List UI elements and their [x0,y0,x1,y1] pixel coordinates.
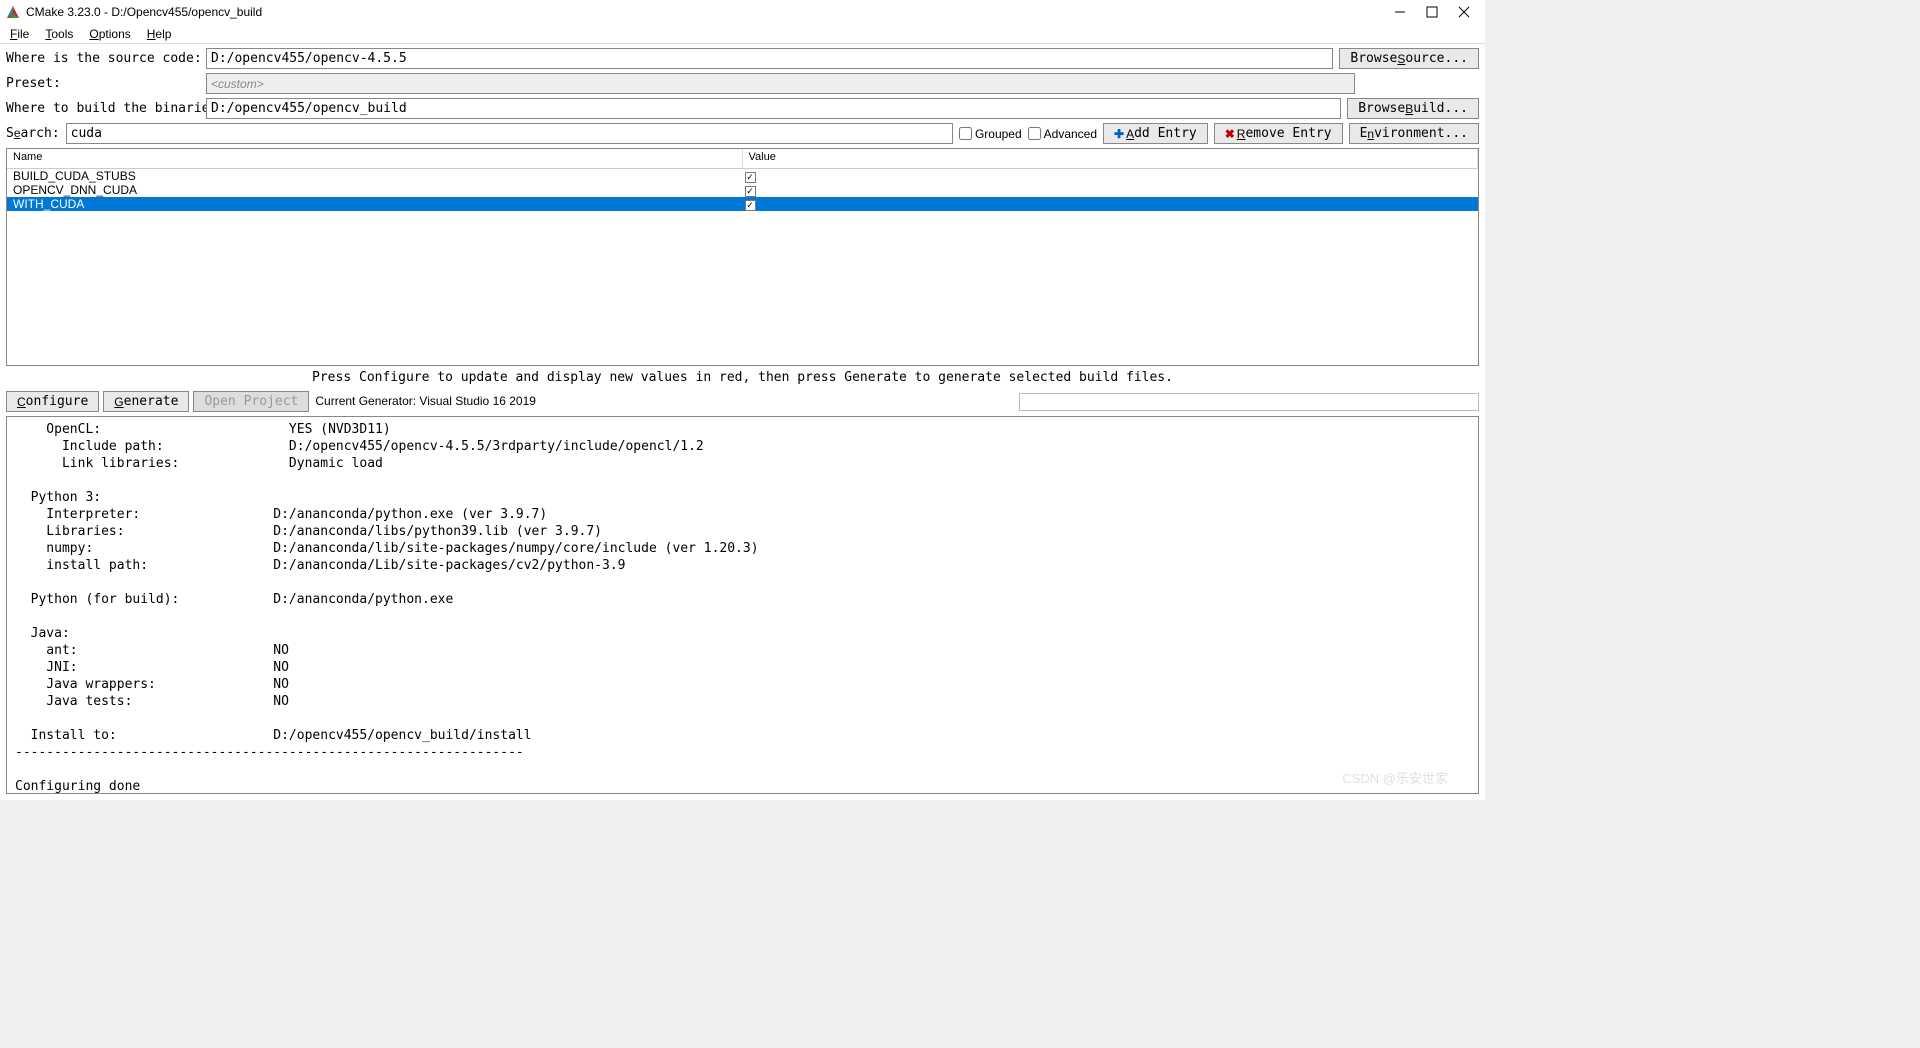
generate-button[interactable]: Generate [103,391,189,412]
preset-placeholder: <custom> [211,77,264,91]
progress-bar [1019,393,1479,411]
build-path-input[interactable] [206,98,1341,119]
cell-name: OPENCV_DNN_CUDA [7,183,743,197]
window-controls [1393,5,1479,19]
x-icon: ✖ [1225,127,1235,141]
watermark-text: CSDN @乐安世家 [1342,770,1448,787]
search-label: Search: [6,126,60,141]
menubar: File Tools Options Help [0,24,1485,44]
minimize-button[interactable] [1393,5,1407,19]
remove-entry-button[interactable]: ✖Remove Entry [1214,123,1343,144]
cell-value: ✓ [743,197,1479,211]
titlebar: CMake 3.23.0 - D:/Opencv455/opencv_build [0,0,1485,24]
menu-options[interactable]: Options [83,25,136,43]
advanced-checkbox[interactable]: Advanced [1028,127,1097,141]
output-log[interactable]: OpenCL: YES (NVD3D11) Include path: D:/o… [6,416,1479,794]
grouped-checkbox[interactable]: Grouped [959,127,1022,141]
configure-button[interactable]: Configure [6,391,99,412]
preset-label: Preset: [6,76,200,91]
checkbox-icon[interactable]: ✓ [745,200,756,211]
add-entry-button[interactable]: ✚Add Entry [1103,123,1208,144]
window-title: CMake 3.23.0 - D:/Opencv455/opencv_build [26,5,1393,19]
cell-name: BUILD_CUDA_STUBS [7,169,743,183]
action-bar: Configure Generate Open Project Current … [0,389,1485,414]
source-label: Where is the source code: [6,51,200,66]
col-name-header[interactable]: Name [7,149,743,168]
browse-source-button[interactable]: Browse Source... [1339,48,1479,69]
col-value-header[interactable]: Value [743,149,1479,168]
cell-value: ✓ [743,183,1479,197]
config-rows: Where is the source code: Browse Source.… [0,44,1485,148]
menu-help[interactable]: Help [141,25,178,43]
grid-header: Name Value [7,149,1478,169]
grid-body[interactable]: BUILD_CUDA_STUBS✓OPENCV_DNN_CUDA✓WITH_CU… [7,169,1478,365]
cmake-window: CMake 3.23.0 - D:/Opencv455/opencv_build… [0,0,1485,800]
close-button[interactable] [1457,5,1471,19]
plus-icon: ✚ [1114,127,1124,141]
hint-text: Press Configure to update and display ne… [0,366,1485,389]
search-input[interactable] [66,123,953,144]
environment-button[interactable]: Environment... [1349,123,1479,144]
options-grid: Name Value BUILD_CUDA_STUBS✓OPENCV_DNN_C… [6,148,1479,366]
browse-build-button[interactable]: Browse Build... [1347,98,1479,119]
menu-file[interactable]: File [4,25,35,43]
app-icon [6,5,20,19]
curgen-label: Current Generator: Visual Studio 16 2019 [315,394,536,409]
menu-tools[interactable]: Tools [39,25,79,43]
table-row[interactable]: OPENCV_DNN_CUDA✓ [7,183,1478,197]
table-row[interactable]: WITH_CUDA✓ [7,197,1478,211]
maximize-button[interactable] [1425,5,1439,19]
checkbox-icon[interactable]: ✓ [745,186,756,197]
table-row[interactable]: BUILD_CUDA_STUBS✓ [7,169,1478,183]
open-project-button[interactable]: Open Project [193,391,309,412]
checkbox-icon[interactable]: ✓ [745,172,756,183]
source-path-input[interactable] [206,48,1333,69]
preset-dropdown[interactable]: <custom> [206,73,1355,94]
build-label: Where to build the binaries: [6,101,200,116]
cell-value: ✓ [743,169,1479,183]
cell-name: WITH_CUDA [7,197,743,211]
